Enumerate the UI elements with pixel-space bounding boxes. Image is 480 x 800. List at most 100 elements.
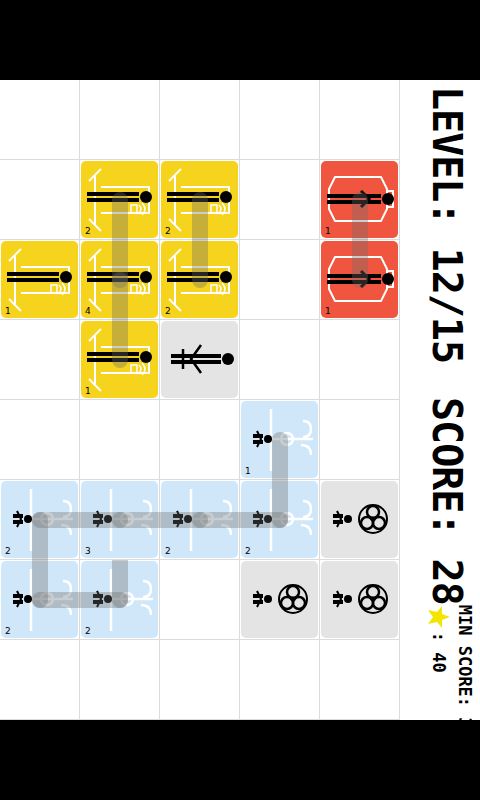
biohazard-patient-icon [321, 481, 398, 558]
board-cell[interactable] [320, 80, 400, 160]
star-score: : 40 [426, 605, 452, 738]
board-cell[interactable] [0, 320, 80, 400]
link-pipe [320, 560, 400, 640]
link-pipe [0, 240, 80, 320]
link-pipe [240, 480, 320, 560]
board-cell[interactable] [80, 80, 160, 160]
board-cell[interactable] [240, 80, 320, 160]
board-cell[interactable] [320, 640, 400, 720]
board-cell[interactable] [160, 640, 240, 720]
board-tile[interactable]: 2 [241, 481, 318, 558]
link-pipe [240, 560, 320, 640]
board-tile[interactable]: 1 [321, 241, 398, 318]
board-cell[interactable] [240, 560, 320, 640]
link-pipe [80, 320, 160, 400]
score-label: SCORE: 28 [424, 397, 470, 605]
link-pipe [0, 560, 80, 640]
link-pipe [160, 160, 240, 240]
biohazard-patient-icon [241, 561, 318, 638]
tile-count: 4 [85, 306, 91, 316]
tile-count: 2 [85, 626, 91, 636]
board-cell[interactable]: 1 [240, 400, 320, 480]
board-cell[interactable] [80, 400, 160, 480]
yellow-patient-icon [81, 321, 158, 398]
tile-count: 2 [5, 546, 11, 556]
blue-patient-icon [81, 481, 158, 558]
board-cell[interactable]: 2 [0, 560, 80, 640]
tile-count: 1 [325, 306, 331, 316]
board-cell[interactable] [0, 640, 80, 720]
board-cell[interactable] [0, 80, 80, 160]
blue-patient-icon [241, 401, 318, 478]
board-cell[interactable] [160, 320, 240, 400]
board-cell[interactable]: 2 [160, 480, 240, 560]
tile-count: 2 [165, 306, 171, 316]
board-cell[interactable] [160, 400, 240, 480]
board-cell[interactable]: 1 [320, 160, 400, 240]
game-board: 221142111232222 [0, 80, 400, 720]
board-tile[interactable]: 4 [81, 241, 158, 318]
board-tile[interactable]: 1 [1, 241, 78, 318]
blue-patient-icon [1, 481, 78, 558]
board-cell[interactable]: 2 [160, 160, 240, 240]
board-cell[interactable]: 3 [80, 480, 160, 560]
board-cell[interactable]: 1 [0, 240, 80, 320]
board-cell[interactable]: 1 [320, 240, 400, 320]
link-pipe [160, 480, 240, 560]
board-cell[interactable] [320, 400, 400, 480]
board-tile[interactable] [161, 321, 238, 398]
grey-patient-icon [161, 321, 238, 398]
board-tile[interactable]: 2 [1, 561, 78, 638]
blue-patient-icon [241, 481, 318, 558]
board-cell[interactable] [0, 400, 80, 480]
bottom-bar [0, 720, 480, 800]
board-cell[interactable]: 2 [80, 160, 160, 240]
board-cell[interactable] [240, 160, 320, 240]
star-icon [427, 605, 451, 629]
board-cell[interactable]: 1 [80, 320, 160, 400]
board-cell[interactable]: 2 [160, 240, 240, 320]
board-cell[interactable]: 2 [80, 560, 160, 640]
link-pipe [0, 480, 80, 560]
board-tile[interactable]: 2 [81, 561, 158, 638]
board-tile[interactable]: 2 [161, 161, 238, 238]
board-tile[interactable]: 2 [1, 481, 78, 558]
board-cell[interactable] [0, 160, 80, 240]
board-cell[interactable] [160, 80, 240, 160]
blue-patient-icon [81, 561, 158, 638]
tile-count: 1 [325, 226, 331, 236]
board-cell[interactable]: 4 [80, 240, 160, 320]
board-tile[interactable]: 1 [81, 321, 158, 398]
board-cell[interactable] [80, 640, 160, 720]
red-patient-icon [321, 161, 398, 238]
tile-count: 2 [85, 226, 91, 236]
board-tile[interactable]: 1 [241, 401, 318, 478]
board-cell[interactable] [160, 560, 240, 640]
link-pipe [80, 240, 160, 320]
board-tile[interactable] [321, 481, 398, 558]
board-tile[interactable]: 1 [321, 161, 398, 238]
board-tile[interactable]: 2 [161, 241, 238, 318]
link-pipe [80, 480, 160, 560]
link-pipe [320, 240, 400, 320]
board-cell[interactable] [240, 320, 320, 400]
board-cell[interactable] [320, 560, 400, 640]
board-cell[interactable] [240, 640, 320, 720]
link-pipe [320, 160, 400, 240]
tile-count: 1 [5, 306, 11, 316]
tile-count: 2 [5, 626, 11, 636]
board-cell[interactable] [320, 320, 400, 400]
tile-count: 2 [165, 226, 171, 236]
score-panel: LEVEL: 12/15SCORE: 28MIN SCORE: 36: 40 [400, 80, 480, 720]
board-tile[interactable]: 2 [81, 161, 158, 238]
board-cell[interactable]: 2 [240, 480, 320, 560]
biohazard-patient-icon [321, 561, 398, 638]
level-label: LEVEL: 12/15 [424, 86, 470, 363]
board-cell[interactable]: 2 [0, 480, 80, 560]
board-tile[interactable]: 3 [81, 481, 158, 558]
board-tile[interactable] [241, 561, 318, 638]
board-cell[interactable] [320, 480, 400, 560]
board-tile[interactable]: 2 [161, 481, 238, 558]
board-tile[interactable] [321, 561, 398, 638]
board-cell[interactable] [240, 240, 320, 320]
